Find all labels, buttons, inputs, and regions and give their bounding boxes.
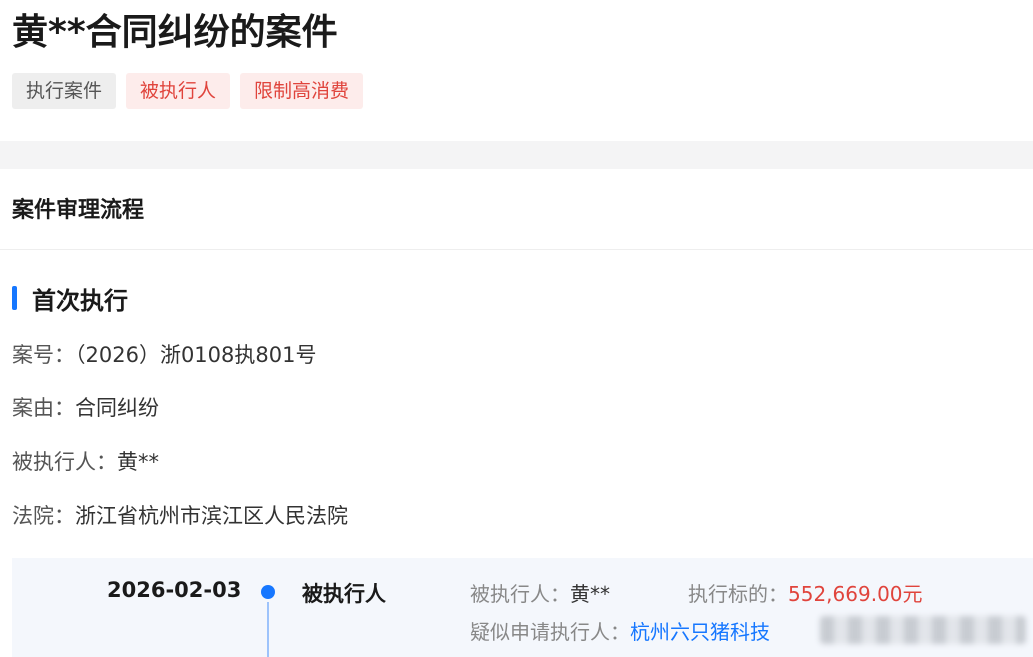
timeline-applicant: 疑似申请执行人：杭州六只猪科技: [470, 616, 770, 645]
field-label: 法院：: [12, 504, 75, 528]
stage-accent-bar: [12, 286, 17, 310]
section-rule: [0, 249, 1033, 250]
field-value: （2026）浙0108执801号: [75, 343, 317, 367]
case-tags: 执行案件 被执行人 限制高消费: [12, 73, 364, 109]
timeline-executed-person: 被执行人：黄**: [470, 578, 610, 607]
timeline-label: 执行标的：: [688, 582, 788, 606]
field-label: 案号：: [12, 343, 75, 367]
timeline-amount: 执行标的：552,669.00元: [688, 578, 923, 607]
field-executed-person: 被执行人：黄**: [12, 447, 159, 477]
field-case-number: 案号：（2026）浙0108执801号: [12, 340, 316, 370]
stage-title: 首次执行: [32, 286, 128, 315]
section-divider: [0, 141, 1033, 169]
timeline-label: 疑似申请执行人：: [470, 620, 630, 644]
timeline-amount-value: 552,669.00元: [788, 582, 923, 606]
redacted-text-blur: [820, 616, 1026, 644]
field-value: 合同纠纷: [75, 396, 159, 420]
tag-executed-person: 被执行人: [126, 73, 231, 109]
stage-heading: 首次执行: [12, 282, 128, 315]
field-cause: 案由：合同纠纷: [12, 393, 159, 423]
field-value: 黄**: [117, 450, 159, 474]
timeline-role: 被执行人: [302, 582, 386, 606]
field-label: 被执行人：: [12, 450, 117, 474]
section-title-process: 案件审理流程: [12, 198, 145, 223]
applicant-link[interactable]: 杭州六只猪科技: [630, 620, 770, 644]
timeline-dot: [261, 585, 275, 599]
timeline-entry[interactable]: 2026-02-03 被执行人 被执行人：黄** 执行标的：552,669.00…: [12, 558, 1033, 657]
timeline-connector: [267, 602, 269, 657]
timeline-label: 被执行人：: [470, 582, 570, 606]
field-label: 案由：: [12, 396, 75, 420]
field-court: 法院：浙江省杭州市滨江区人民法院: [12, 501, 348, 531]
case-title: 黄**合同纠纷的案件: [12, 12, 338, 53]
timeline-date: 2026-02-03: [107, 578, 242, 602]
tag-execution-case: 执行案件: [12, 73, 117, 109]
field-value: 浙江省杭州市滨江区人民法院: [75, 504, 348, 528]
timeline-value: 黄**: [570, 582, 610, 606]
tag-consumption-restriction: 限制高消费: [240, 73, 364, 109]
